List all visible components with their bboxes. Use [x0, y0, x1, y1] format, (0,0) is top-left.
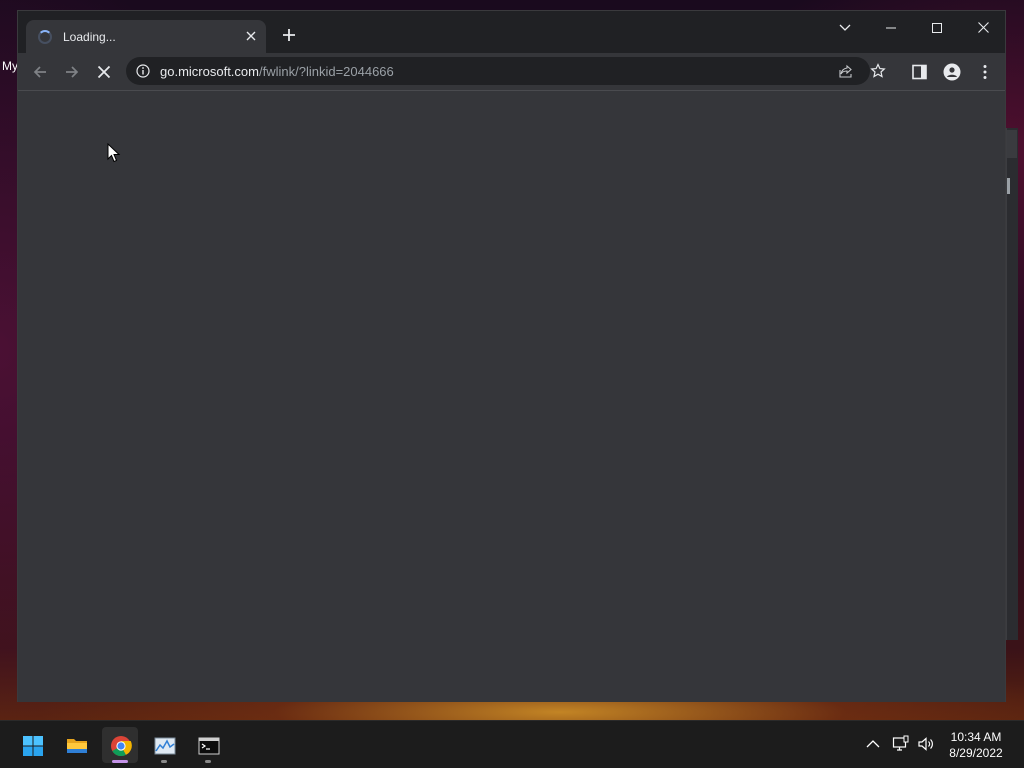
share-icon[interactable] [838, 63, 854, 79]
mouse-cursor-icon [107, 143, 121, 163]
tab-loading[interactable]: Loading... [26, 20, 266, 53]
desktop-icon-label[interactable]: My [2, 59, 18, 73]
scrollbar-thumb[interactable] [1007, 178, 1010, 194]
loading-spinner-icon [38, 30, 52, 44]
background-window-edge [1006, 128, 1018, 640]
arrow-right-icon [66, 66, 79, 78]
browser-toolbar: go.microsoft.com/fwlink/?linkid=2044666 [18, 53, 1005, 91]
close-window-button[interactable] [960, 13, 1006, 41]
running-app-indicator [161, 760, 167, 763]
taskbar: 10:34 AM 8/29/2022 [0, 720, 1024, 768]
side-panel-icon[interactable] [911, 63, 929, 81]
url-text[interactable]: go.microsoft.com/fwlink/?linkid=2044666 [160, 64, 394, 79]
chrome-icon [111, 736, 132, 757]
close-icon [246, 31, 256, 41]
new-tab-button[interactable] [279, 26, 299, 46]
maximize-icon [932, 22, 942, 33]
active-app-indicator [112, 760, 128, 763]
tab-strip: Loading... [18, 11, 1005, 53]
address-bar[interactable]: go.microsoft.com/fwlink/?linkid=2044666 [126, 57, 886, 85]
stop-loading-button[interactable] [94, 62, 114, 82]
close-icon [977, 22, 989, 33]
star-icon[interactable] [870, 63, 886, 79]
network-icon[interactable] [892, 735, 910, 753]
chart-icon [154, 737, 176, 755]
url-host: go.microsoft.com [160, 64, 259, 79]
minimize-icon [886, 27, 896, 29]
start-button[interactable] [14, 727, 50, 763]
back-button[interactable] [30, 62, 50, 82]
volume-icon[interactable] [917, 735, 935, 753]
kebab-menu-icon[interactable] [976, 63, 994, 81]
page-content-area[interactable] [18, 91, 1005, 702]
info-icon[interactable] [136, 64, 150, 78]
taskbar-file-explorer[interactable] [58, 727, 94, 763]
taskbar-clock[interactable]: 10:34 AM 8/29/2022 [940, 729, 1012, 761]
forward-button[interactable] [62, 62, 82, 82]
taskbar-chrome[interactable] [102, 727, 138, 763]
clock-date: 8/29/2022 [949, 746, 1003, 760]
tab-close-button[interactable] [242, 27, 260, 45]
clock-time: 10:34 AM [950, 730, 1002, 744]
windows-logo-icon [23, 736, 43, 756]
chevron-up-icon[interactable] [864, 735, 882, 753]
chrome-window: Loading... go.microsoft.com/fwlink/?link… [17, 10, 1006, 702]
terminal-icon [198, 737, 220, 755]
folder-icon [67, 739, 87, 753]
minimize-button[interactable] [868, 13, 914, 41]
url-path: /fwlink/?linkid=2044666 [258, 64, 394, 79]
taskbar-performance-monitor[interactable] [146, 727, 182, 763]
tab-search-button[interactable] [822, 13, 868, 41]
person-icon[interactable] [943, 63, 961, 81]
tab-title: Loading... [63, 30, 116, 44]
plus-icon [283, 29, 295, 41]
arrow-left-icon [33, 66, 46, 78]
taskbar-command-prompt[interactable] [190, 727, 226, 763]
chevron-down-icon [839, 24, 851, 31]
close-icon [97, 65, 111, 79]
running-app-indicator [205, 760, 211, 763]
maximize-button[interactable] [914, 13, 960, 41]
